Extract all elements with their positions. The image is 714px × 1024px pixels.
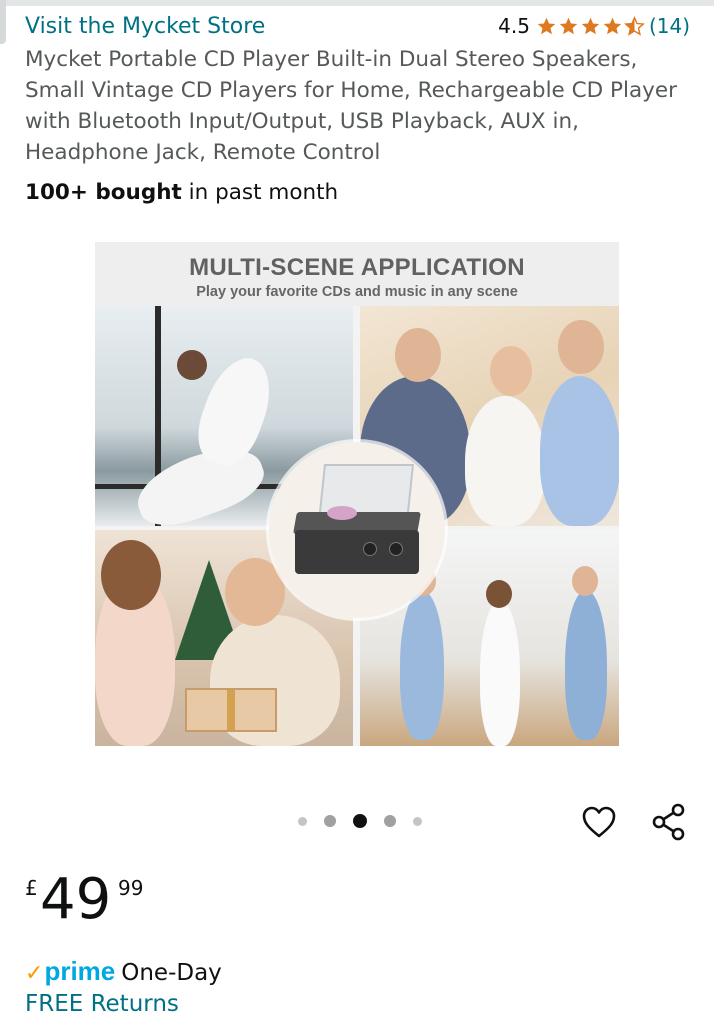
purchase-count-bold: 100+ bought (25, 180, 182, 205)
carousel-dot[interactable] (384, 815, 396, 827)
price-fraction: 99 (118, 876, 144, 900)
carousel-dot[interactable] (324, 815, 336, 827)
star-icon (581, 17, 600, 34)
image-banner: MULTI-SCENE APPLICATION Play your favori… (95, 242, 619, 306)
star-icon (559, 17, 578, 34)
star-icon (537, 17, 556, 34)
purchase-count: 100+ bought in past month (25, 180, 338, 205)
scroll-edge (0, 0, 6, 44)
product-image[interactable]: MULTI-SCENE APPLICATION Play your favori… (95, 242, 619, 746)
price-currency: £ (25, 876, 38, 900)
star-half-icon (623, 15, 645, 36)
free-returns-link[interactable]: FREE Returns (25, 991, 179, 1017)
carousel-indicator[interactable] (298, 814, 422, 828)
prime-badge: ✓ prime One-Day (25, 956, 222, 987)
store-link[interactable]: Visit the Mycket Store (25, 14, 265, 39)
image-headline: MULTI-SCENE APPLICATION (189, 254, 525, 281)
image-subheadline: Play your favorite CDs and music in any … (196, 284, 518, 300)
delivery-speed: One-Day (121, 960, 222, 986)
star-rating (536, 15, 645, 37)
star-icon (603, 17, 622, 34)
cd-player-illustration (269, 442, 445, 618)
carousel-dot[interactable] (413, 816, 422, 826)
top-divider (0, 0, 714, 6)
carousel-dot[interactable] (298, 816, 307, 826)
price-whole: 49 (40, 867, 112, 932)
carousel-dot-active[interactable] (353, 814, 367, 828)
prime-logo: prime (44, 956, 116, 986)
rating-count[interactable]: (14) (649, 14, 690, 38)
heart-icon[interactable] (581, 805, 617, 839)
share-icon[interactable] (651, 803, 687, 841)
rating-summary[interactable]: 4.5 (14) (498, 14, 690, 38)
purchase-count-rest: in past month (181, 180, 339, 205)
prime-check-icon: ✓ (25, 961, 44, 986)
product-title: Mycket Portable CD Player Built-in Dual … (25, 47, 677, 165)
gift-box (185, 688, 277, 732)
rating-score: 4.5 (498, 14, 530, 38)
